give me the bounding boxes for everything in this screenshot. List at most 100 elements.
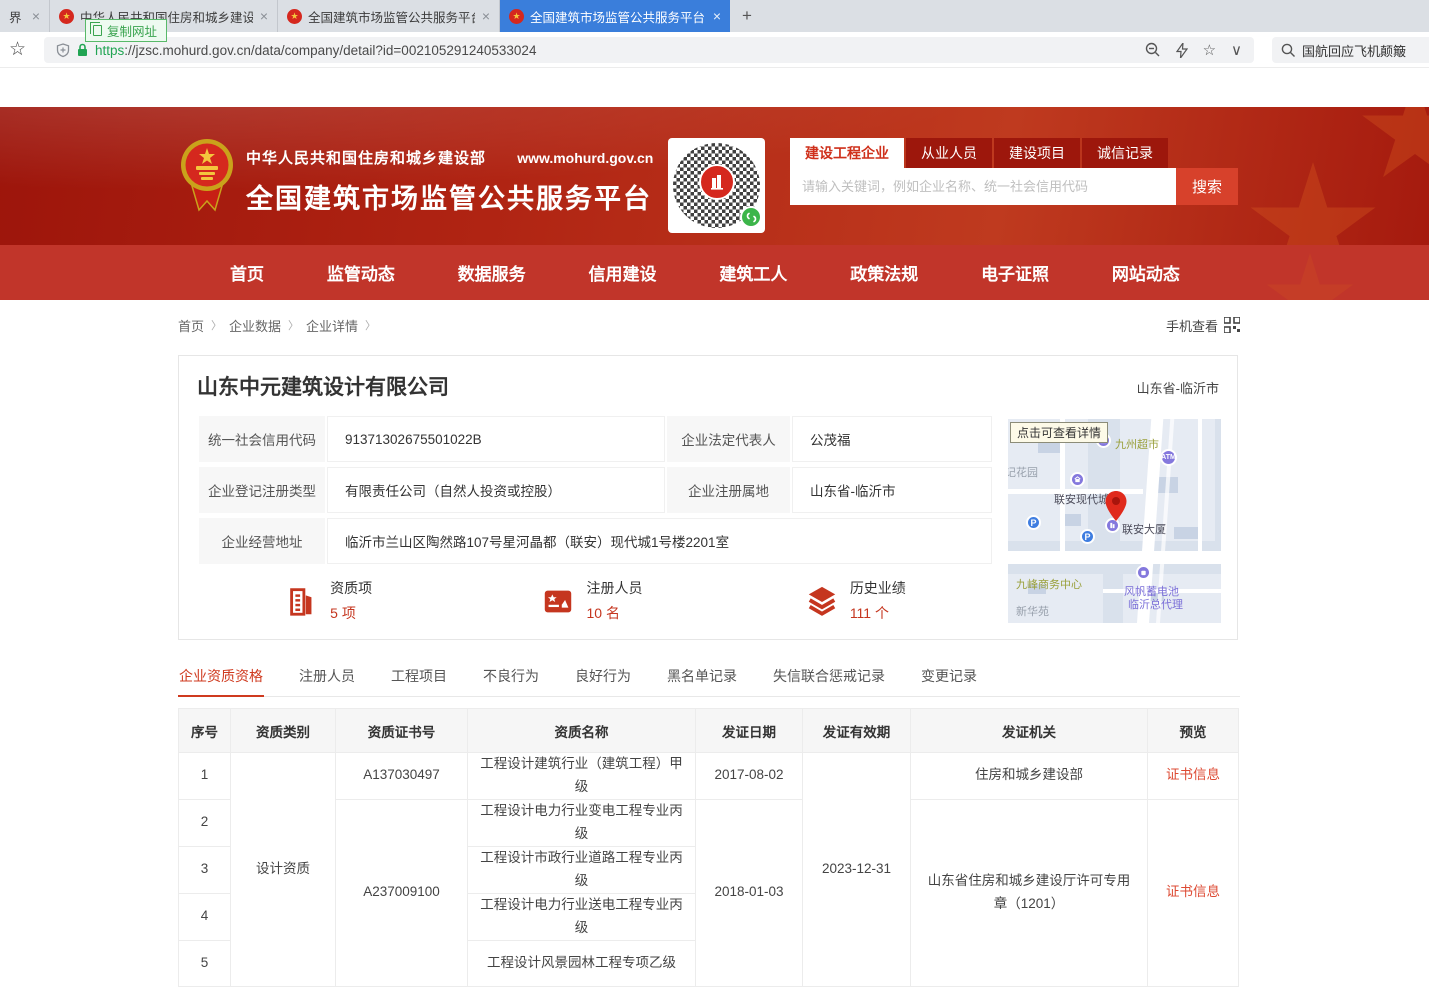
tab-good-behavior[interactable]: 良好行为: [574, 662, 632, 696]
breadcrumb-company-data[interactable]: 企业数据: [229, 316, 281, 335]
cell-no: 5: [179, 940, 231, 986]
table-row: 1 设计资质 A137030497 工程设计建筑行业（建筑工程）甲级 2017-…: [179, 753, 1239, 800]
new-tab-button[interactable]: +: [730, 0, 764, 32]
chevron-down-icon[interactable]: ∨: [1231, 41, 1242, 59]
decor-star: [1265, 253, 1355, 300]
tab-bad-behavior[interactable]: 不良行为: [482, 662, 540, 696]
tab-dishonesty-records[interactable]: 失信联合惩戒记录: [772, 662, 886, 696]
breadcrumb-home[interactable]: 首页: [178, 316, 204, 335]
copy-url-tooltip: 复制网址: [85, 19, 167, 42]
col-preview: 预览: [1148, 709, 1239, 753]
map-label-xinhuayuan: 新华苑: [1016, 603, 1049, 619]
nav-data-service[interactable]: 数据服务: [458, 260, 526, 285]
stat-label: 历史业绩: [850, 578, 906, 598]
tab-change-records[interactable]: 变更记录: [920, 662, 978, 696]
tab-blacklist[interactable]: 黑名单记录: [666, 662, 738, 696]
nav-credit[interactable]: 信用建设: [589, 260, 657, 285]
field-value-legal-rep: 公茂福: [792, 416, 992, 462]
tab-projects[interactable]: 工程项目: [390, 662, 448, 696]
browser-urlbar: ☆ https://jzsc.mohurd.gov.cn/data/compan…: [0, 32, 1429, 68]
browser-tab-jzsc-1[interactable]: ★ 全国建筑市场监管公共服务平台 ×: [278, 0, 500, 32]
lock-icon: [77, 43, 88, 57]
tab-title: 界: [9, 7, 25, 26]
building-icon: [285, 584, 319, 618]
mobile-view-button[interactable]: 手机查看: [1166, 316, 1240, 335]
poi-bank-pin: [1070, 472, 1085, 487]
qr-code-icon: [1224, 317, 1240, 333]
flash-mode-icon[interactable]: [1176, 43, 1188, 58]
tab-close-icon[interactable]: ×: [260, 8, 268, 24]
table-header-row: 序号 资质类别 资质证书号 资质名称 发证日期 发证有效期 发证机关 预览: [179, 709, 1239, 753]
decor-star: [1248, 162, 1378, 245]
browser-tab-jzsc-active[interactable]: ★ 全国建筑市场监管公共服务平台 ×: [500, 0, 730, 32]
tab-qualifications[interactable]: 企业资质资格: [178, 662, 264, 697]
zoom-out-icon[interactable]: [1145, 42, 1161, 58]
copy-icon: [93, 25, 102, 36]
search-button[interactable]: 搜索: [1176, 168, 1238, 205]
field-value-address: 临沂市兰山区陶然路107号星河晶都（联安）现代城1号楼2201室: [327, 518, 992, 564]
map-label-battery-2: 临沂总代理: [1128, 596, 1183, 612]
decor-star: [1360, 107, 1429, 187]
map-label-garden: 记花园: [1008, 464, 1038, 480]
certificate-icon: [541, 584, 575, 618]
search-tab-project[interactable]: 建设项目: [994, 138, 1080, 168]
cell-authority: 住房和城乡建设部: [911, 753, 1148, 800]
poi-parking: P: [1080, 529, 1095, 544]
field-value-reg-type: 有限责任公司（自然人投资或控股）: [327, 467, 665, 513]
cell-name: 工程设计电力行业变电工程专业丙级: [468, 799, 696, 846]
tab-close-icon[interactable]: ×: [32, 8, 40, 24]
screen: 界 × ★ 中华人民共和国住房和城乡建设 × ★ 全国建筑市场监管公共服务平台 …: [0, 0, 1429, 996]
copy-url-label: 复制网址: [107, 21, 157, 40]
location-map[interactable]: 九州超市 ATM 记花园 联安现代城 P P 联安大厦 九峰商务中心 风帆蓄电池…: [1008, 419, 1221, 623]
nav-home[interactable]: 首页: [230, 260, 264, 285]
cell-issue-date: 2018-01-03: [696, 799, 803, 986]
stat-value: 5 项: [330, 603, 372, 623]
ministry-name: 中华人民共和国住房和城乡建设部: [246, 150, 486, 167]
col-no: 序号: [179, 709, 231, 753]
nav-workers[interactable]: 建筑工人: [719, 260, 787, 285]
search-tab-credit[interactable]: 诚信记录: [1082, 138, 1168, 168]
url-address-field[interactable]: https://jzsc.mohurd.gov.cn/data/company/…: [44, 37, 1254, 63]
tab-close-icon[interactable]: ×: [713, 8, 721, 24]
nav-policy[interactable]: 政策法规: [850, 260, 918, 285]
map-label-business-center: 九峰商务中心: [1016, 576, 1082, 592]
browser-search-box[interactable]: 国航回应飞机颠簸: [1272, 37, 1429, 63]
nav-supervision[interactable]: 监管动态: [327, 260, 395, 285]
certificate-info-link[interactable]: 证书信息: [1166, 884, 1220, 899]
cell-cert-no: A237009100: [336, 799, 468, 986]
map-tooltip: 点击可查看详情: [1010, 422, 1108, 443]
tab-registered-personnel[interactable]: 注册人员: [298, 662, 356, 696]
company-info-table: 统一社会信用代码 91371302675501022B 企业法定代表人 公茂福 …: [197, 411, 994, 569]
breadcrumb: 首页 〉 企业数据 〉 企业详情 〉 手机查看: [178, 315, 1240, 335]
search-category-tabs: 建设工程企业 从业人员 建设项目 诚信记录: [790, 138, 1238, 168]
keyword-search-input[interactable]: [790, 168, 1176, 205]
cell-name: 工程设计建筑行业（建筑工程）甲级: [468, 753, 696, 800]
search-tab-enterprise[interactable]: 建设工程企业: [790, 138, 904, 168]
cell-no: 1: [179, 753, 231, 800]
header-search-module: 建设工程企业 从业人员 建设项目 诚信记录 搜索: [790, 138, 1238, 205]
company-stats: 资质项5 项 注册人员10 名 历史业绩111 个: [197, 578, 987, 623]
browser-tab-partial[interactable]: 界 ×: [0, 0, 50, 32]
tab-close-icon[interactable]: ×: [482, 8, 490, 24]
company-location-pin: [1105, 491, 1127, 526]
favorite-star-icon[interactable]: ☆: [1203, 41, 1216, 59]
emblem-favicon: ★: [287, 9, 302, 24]
emblem-favicon: ★: [509, 9, 524, 24]
breadcrumb-company-detail: 企业详情: [306, 316, 358, 335]
certificate-info-link[interactable]: 证书信息: [1166, 767, 1220, 782]
field-value-reg-region: 山东省-临沂市: [792, 467, 992, 513]
breadcrumb-separator: 〉: [288, 317, 299, 333]
col-cert-no: 资质证书号: [336, 709, 468, 753]
field-label: 企业登记注册类型: [199, 467, 325, 513]
search-tab-personnel[interactable]: 从业人员: [906, 138, 992, 168]
nav-site-news[interactable]: 网站动态: [1112, 260, 1180, 285]
stat-history-performance: 历史业绩111 个: [724, 578, 987, 623]
col-authority: 发证机关: [911, 709, 1148, 753]
nav-e-license[interactable]: 电子证照: [981, 260, 1049, 285]
stat-label: 资质项: [330, 578, 372, 598]
poi-atm: ATM: [1160, 449, 1177, 466]
platform-title: 全国建筑市场监管公共服务平台: [246, 177, 653, 216]
bookmark-star-icon[interactable]: ☆: [9, 38, 26, 61]
shield-icon[interactable]: [56, 43, 70, 58]
stat-label: 注册人员: [586, 578, 642, 598]
